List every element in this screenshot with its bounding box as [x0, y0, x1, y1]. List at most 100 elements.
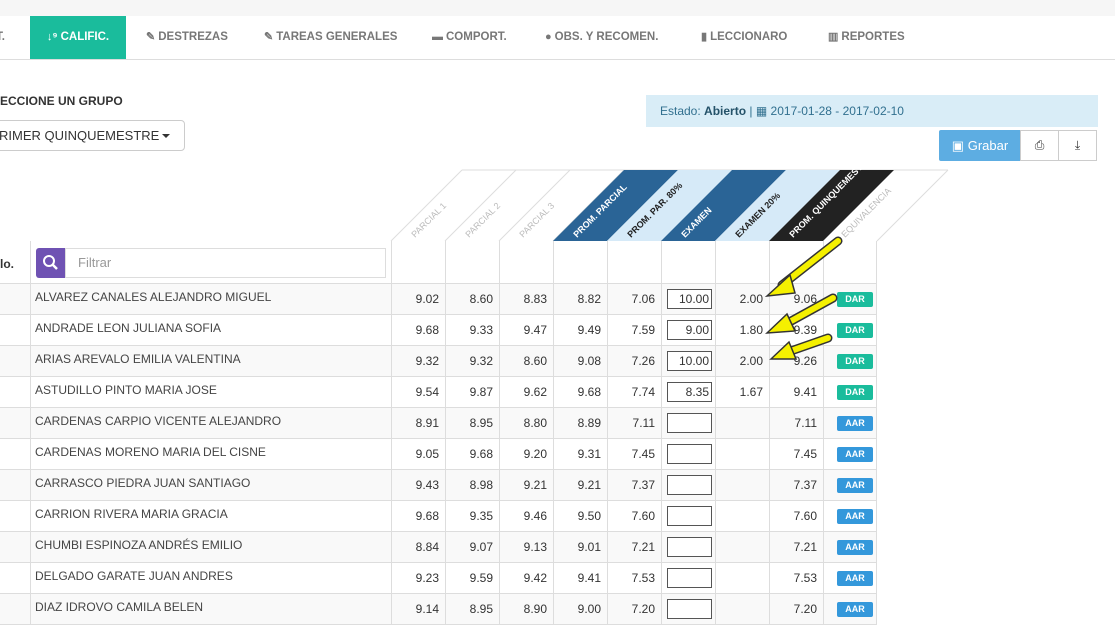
exam-input[interactable]	[667, 568, 712, 588]
equivalencia-cell: AAR	[823, 532, 877, 563]
grade-prom: 9.01	[553, 532, 607, 563]
save-button[interactable]: ▣ Grabar	[939, 130, 1021, 161]
exam-cell	[661, 470, 715, 501]
status-dates: 2017-01-28 - 2017-02-10	[770, 104, 904, 118]
grade-e20: 2.00	[715, 346, 769, 377]
chevron-down-icon	[162, 134, 170, 138]
tab-destrezas[interactable]: ✎ DESTREZAS	[146, 16, 228, 59]
exam-input[interactable]	[667, 444, 712, 464]
tab-label: CALIFIC.	[60, 31, 110, 43]
student-name: CARDENAS CARPIO VICENTE ALEJANDRO	[30, 408, 391, 439]
status-panel: Estado: Abierto | ▦ 2017-01-28 - 2017-02…	[646, 95, 1098, 127]
equivalencia-cell: AAR	[823, 408, 877, 439]
edit-icon: ✎	[264, 31, 274, 43]
edit-icon: ✎	[146, 31, 156, 43]
status-prefix: Estado:	[660, 104, 701, 118]
no-column-label: lo.	[0, 257, 14, 271]
download-button[interactable]: ⤓	[1058, 130, 1097, 161]
grade-p2: 9.07	[445, 532, 499, 563]
tab-label: LECCIONARO	[710, 31, 788, 43]
table-row: CARDENAS CARPIO VICENTE ALEJANDRO 8.91 8.9…	[0, 408, 877, 439]
column-headers: PARCIAL 1 PARCIAL 2 PARCIAL 3 PROM. PARC…	[390, 168, 949, 242]
grade-p3: 9.46	[499, 501, 553, 532]
table-row: DELGADO GARATE JUAN ANDRES 9.23 9.59 9.42 9.…	[0, 563, 877, 594]
status-value: Abierto	[704, 104, 747, 118]
tab-leccionaro[interactable]: ▮ LECCIONARO	[701, 16, 787, 59]
student-name: DIAZ IDROVO CAMILA BELEN	[30, 594, 391, 625]
table-row: ASTUDILLO PINTO MARIA JOSE 9.54 9.87 9.62 9.…	[0, 377, 877, 408]
exam-cell	[661, 594, 715, 625]
equivalencia-badge: AAR	[837, 602, 873, 617]
group-label: ECCIONE UN GRUPO	[0, 94, 123, 108]
grade-p1: 9.32	[391, 346, 445, 377]
grade-prom: 9.21	[553, 470, 607, 501]
tab-calific[interactable]: ↓⁹ CALIFIC.	[30, 16, 126, 59]
header-parcial-3: PARCIAL 3	[517, 201, 556, 240]
tab-reportes[interactable]: ▥ REPORTES	[828, 16, 905, 59]
exam-input[interactable]	[667, 599, 712, 619]
tab-bar: T. ↓⁹CALIFIC. ✎DESTREZAS ✎TAREAS GENERAL…	[0, 16, 1115, 60]
exam-input[interactable]	[667, 506, 712, 526]
exam-cell	[661, 563, 715, 594]
grade-e20	[715, 563, 769, 594]
exam-input[interactable]	[667, 413, 712, 433]
grade-pq: 7.53	[769, 563, 823, 594]
tab-tareas-generales[interactable]: ✎ TAREAS GENERALES	[264, 16, 397, 59]
save-label: Grabar	[967, 138, 1009, 153]
grade-p2: 9.68	[445, 439, 499, 470]
grade-e20	[715, 501, 769, 532]
search-icon	[43, 255, 58, 270]
grade-p3: 9.62	[499, 377, 553, 408]
period-dropdown[interactable]: RIMER QUINQUEMESTRE	[0, 120, 185, 151]
student-name: CARRION RIVERA MARIA GRACIA	[30, 501, 391, 532]
grade-e20: 1.80	[715, 315, 769, 346]
equivalencia-badge: AAR	[837, 447, 873, 462]
exam-cell	[661, 408, 715, 439]
exam-input[interactable]	[667, 537, 712, 557]
grade-p2: 9.32	[445, 346, 499, 377]
grade-prom: 9.41	[553, 563, 607, 594]
exam-cell	[661, 501, 715, 532]
grade-e20: 1.67	[715, 377, 769, 408]
equivalencia-badge: DAR	[837, 354, 873, 369]
exam-input[interactable]: 8.35	[667, 382, 712, 402]
print-button[interactable]: ⎙	[1020, 130, 1059, 161]
exam-input[interactable]: 10.00	[667, 351, 712, 371]
table-row: ARIAS AREVALO EMILIA VALENTINA 9.32 9.32 8.…	[0, 346, 877, 377]
exam-cell: 10.00	[661, 346, 715, 377]
grade-prom: 9.68	[553, 377, 607, 408]
exam-input[interactable]: 9.00	[667, 320, 712, 340]
filter-input[interactable]: Filtrar	[65, 248, 386, 278]
grade-p2: 9.59	[445, 563, 499, 594]
grade-p1: 9.14	[391, 594, 445, 625]
grade-p3: 9.42	[499, 563, 553, 594]
table-row: DIAZ IDROVO CAMILA BELEN 9.14 8.95 8.90 9.00…	[0, 594, 877, 625]
exam-input[interactable]	[667, 475, 712, 495]
tab-obs-recomen[interactable]: ● OBS. Y RECOMEN.	[545, 16, 658, 59]
equivalencia-badge: AAR	[837, 416, 873, 431]
search-button[interactable]	[36, 248, 65, 278]
tab-label: REPORTES	[841, 31, 905, 43]
student-name: CARRASCO PIEDRA JUAN SANTIAGO	[30, 470, 391, 501]
equivalencia-cell: AAR	[823, 470, 877, 501]
grade-p80: 7.21	[607, 532, 661, 563]
grade-p1: 8.84	[391, 532, 445, 563]
grade-pq: 7.37	[769, 470, 823, 501]
exam-input[interactable]: 10.00	[667, 289, 712, 309]
exam-cell	[661, 532, 715, 563]
tab-att[interactable]: T.	[0, 16, 16, 59]
top-strip	[0, 0, 1115, 16]
grade-pq: 7.45	[769, 439, 823, 470]
filter-row: lo. Filtrar	[0, 241, 877, 284]
grade-prom: 9.00	[553, 594, 607, 625]
grade-prom: 9.49	[553, 315, 607, 346]
equivalencia-cell: AAR	[823, 563, 877, 594]
equivalencia-cell: DAR	[823, 377, 877, 408]
grade-prom: 9.50	[553, 501, 607, 532]
equivalencia-badge: DAR	[837, 292, 873, 307]
student-name: DELGADO GARATE JUAN ANDRES	[30, 563, 391, 594]
status-separator: |	[749, 104, 753, 118]
grade-p2: 8.98	[445, 470, 499, 501]
tab-comport[interactable]: ▬ COMPORT.	[432, 16, 507, 59]
grade-pq: 9.06	[769, 284, 823, 315]
